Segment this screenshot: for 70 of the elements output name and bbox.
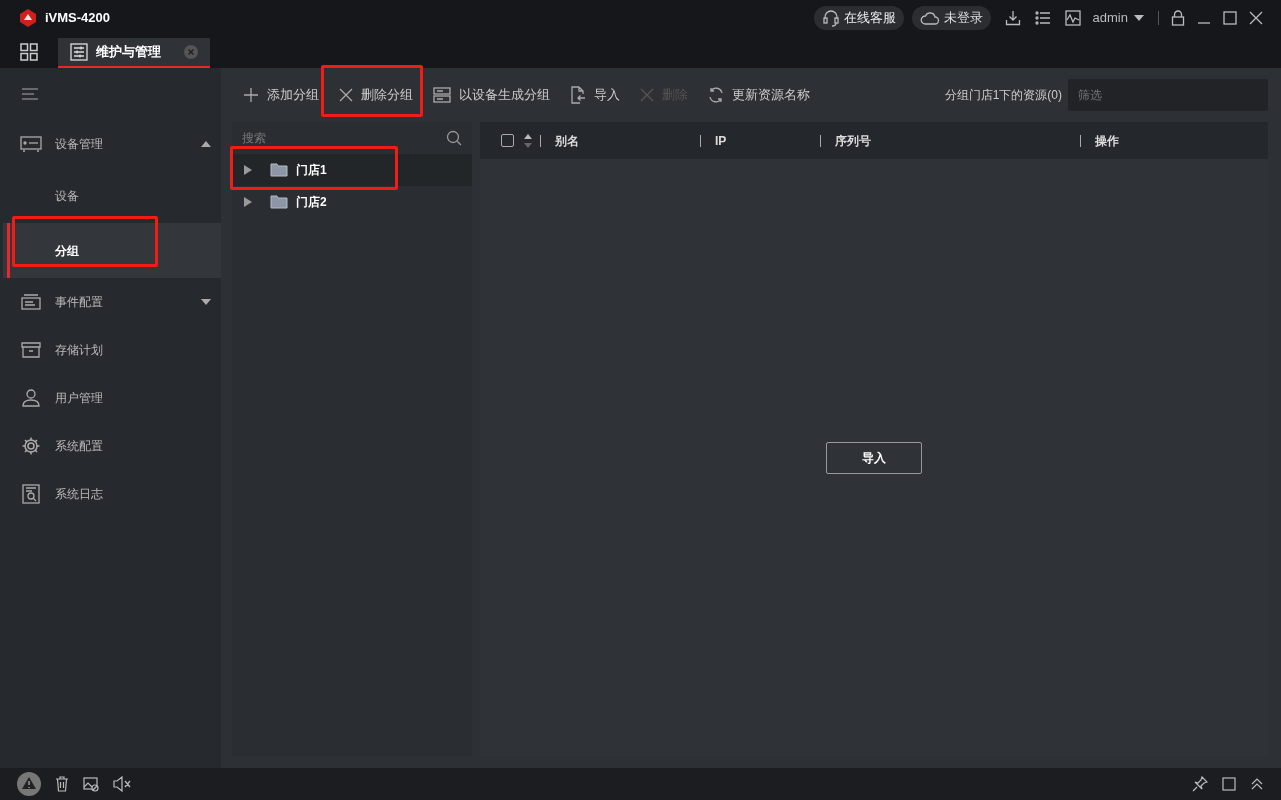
- sidebar-item[interactable]: 设备: [3, 168, 221, 223]
- close-icon[interactable]: [1249, 11, 1263, 25]
- folder-icon: [270, 163, 288, 177]
- toolbar-button[interactable]: 以设备生成分组: [433, 85, 550, 105]
- sidebar-item[interactable]: 设备管理: [3, 120, 221, 168]
- log-search-icon: [22, 484, 40, 504]
- search-icon[interactable]: [446, 130, 462, 146]
- collapse-up-icon[interactable]: [1250, 777, 1264, 791]
- toolbar-button[interactable]: 删除分组: [339, 85, 413, 105]
- maximize-icon[interactable]: [1223, 11, 1237, 25]
- headset-icon: [821, 9, 840, 27]
- pin-icon[interactable]: [1192, 776, 1208, 792]
- column-header[interactable]: 别名: [541, 131, 700, 150]
- user-icon: [22, 389, 40, 407]
- device-icon: [20, 136, 42, 152]
- import-button[interactable]: 导入: [826, 441, 922, 474]
- login-button[interactable]: 未登录: [911, 6, 991, 30]
- caret-icon: [1134, 15, 1144, 21]
- download-icon[interactable]: [1004, 10, 1021, 26]
- close-icon: [640, 88, 654, 102]
- file-import-icon: [570, 86, 586, 104]
- checkbox[interactable]: [501, 134, 514, 147]
- folder-icon: [270, 195, 288, 209]
- logo-icon: [18, 8, 38, 28]
- grid-icon[interactable]: [20, 43, 38, 61]
- sidebar-item[interactable]: 存储计划: [3, 326, 221, 374]
- sort-icon[interactable]: [524, 132, 532, 149]
- column-header[interactable]: IP: [701, 131, 820, 150]
- column-header[interactable]: 序列号: [821, 131, 1080, 150]
- sliders-icon: [70, 43, 88, 61]
- caret-icon: [201, 141, 211, 147]
- sidebar-item[interactable]: 系统日志: [3, 470, 221, 518]
- sidebar-item[interactable]: 系统配置: [3, 422, 221, 470]
- drawer-icon: [21, 342, 41, 358]
- window-title: iVMS-4200: [45, 9, 111, 28]
- menu-icon[interactable]: [22, 88, 38, 100]
- refresh-icon: [708, 87, 724, 103]
- plus-icon: [243, 87, 259, 103]
- warning-icon[interactable]: [17, 772, 41, 796]
- sidebar-item[interactable]: 分组: [3, 223, 221, 278]
- trash-icon[interactable]: [55, 776, 69, 792]
- sidebar-item[interactable]: 用户管理: [3, 374, 221, 422]
- close-icon: [339, 88, 353, 102]
- server-icon: [433, 87, 451, 103]
- tree-node[interactable]: 门店2: [232, 186, 472, 218]
- list-icon[interactable]: [1034, 10, 1051, 26]
- lock-icon[interactable]: [1171, 10, 1185, 26]
- column-header[interactable]: 操作: [1081, 131, 1260, 150]
- settings-icon: [21, 436, 41, 456]
- image-off-icon[interactable]: [83, 776, 99, 792]
- sidebar-item[interactable]: 事件配置: [3, 278, 221, 326]
- tree-node[interactable]: 门店1: [232, 154, 472, 186]
- mute-icon[interactable]: [113, 776, 131, 792]
- tray-icon: [21, 294, 41, 310]
- resource-count-label: 分组门店1下的资源(0): [944, 87, 1062, 104]
- pulse-icon[interactable]: [1064, 10, 1081, 26]
- caret-icon: [201, 299, 211, 305]
- tab[interactable]: 维护与管理: [58, 38, 210, 68]
- expand-arrow-icon[interactable]: [244, 165, 252, 175]
- toolbar-button[interactable]: 更新资源名称: [708, 85, 810, 105]
- expand-arrow-icon[interactable]: [244, 197, 252, 207]
- cloud-icon: [919, 10, 940, 26]
- search-field[interactable]: 搜索: [242, 129, 446, 147]
- selection-bar: [7, 223, 10, 278]
- window-icon[interactable]: [1222, 777, 1236, 791]
- filter-field[interactable]: 筛选: [1068, 79, 1268, 111]
- user-menu[interactable]: admin: [1092, 8, 1144, 28]
- toolbar-button[interactable]: 添加分组: [243, 85, 319, 105]
- support-button[interactable]: 在线客服: [813, 6, 904, 30]
- toolbar-button[interactable]: 导入: [570, 85, 620, 105]
